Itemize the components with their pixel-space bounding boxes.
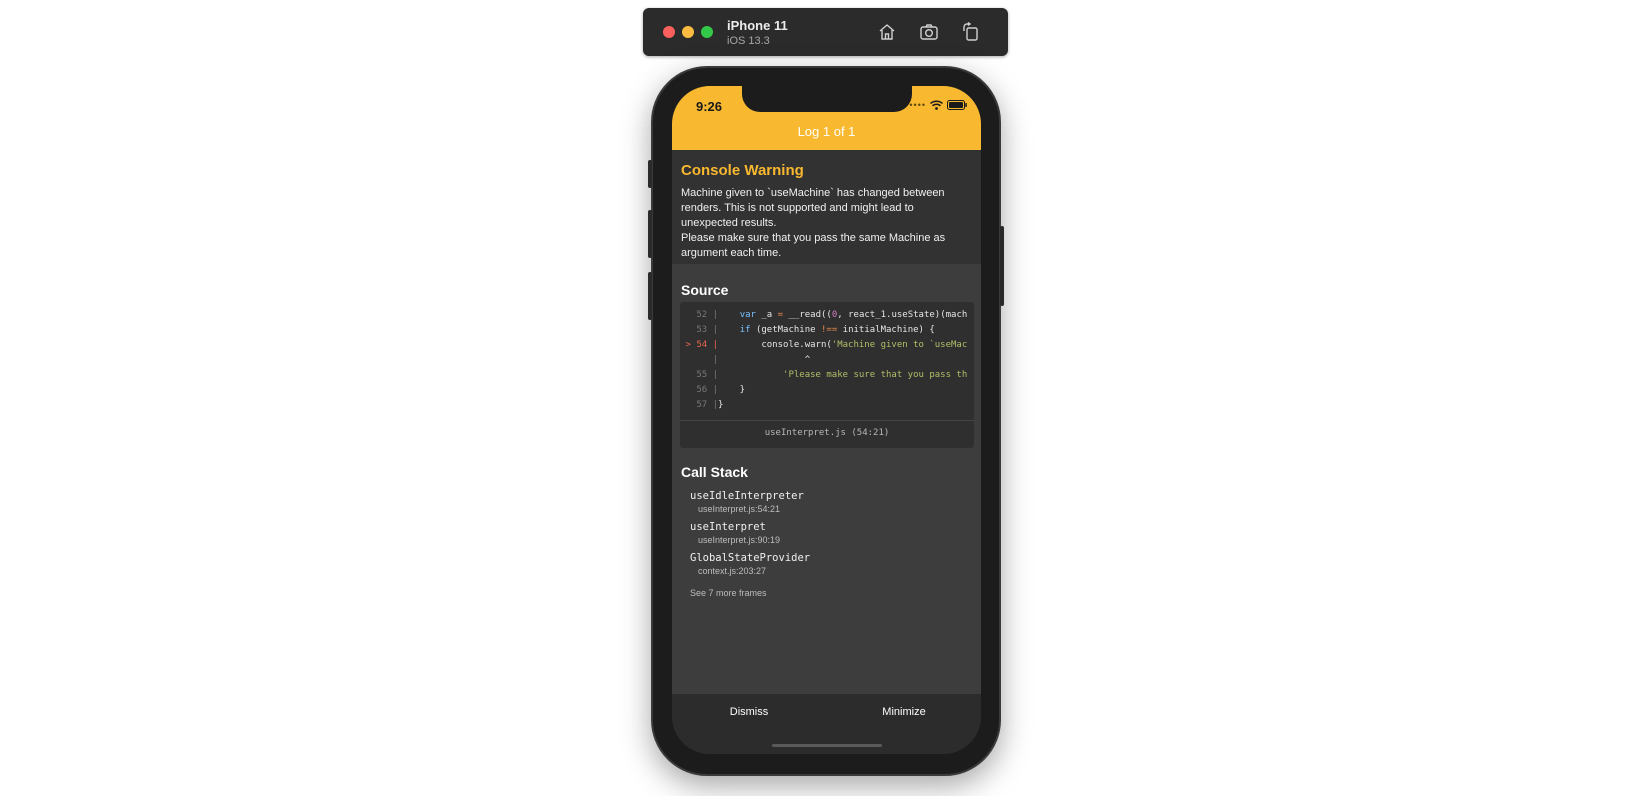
stack-frame[interactable]: GlobalStateProvider context.js:203:27	[690, 552, 810, 576]
stack-frame[interactable]: useInterpret useInterpret.js:90:19	[690, 521, 780, 545]
line-number: 53 |	[696, 325, 718, 335]
code-line: | ^	[680, 353, 974, 368]
device-os-version: iOS 13.3	[727, 35, 770, 47]
stack-frame-location: useInterpret.js:54:21	[698, 504, 781, 514]
close-window-button[interactable]	[663, 26, 675, 38]
volume-up-button	[648, 210, 652, 258]
code-lines: 52 | var _a = __read((0, react_1.useStat…	[680, 308, 974, 413]
code-text: console.warn('Machine given to `useMac	[718, 340, 968, 350]
code-text: if (getMachine !== initialMachine) {	[739, 325, 935, 335]
rotate-icon	[963, 22, 978, 41]
source-file-reference[interactable]: useInterpret.js (54:21)	[680, 428, 974, 438]
stack-frame[interactable]: useIdleInterpreter useInterpret.js:54:21	[690, 490, 804, 514]
stack-frame-location: useInterpret.js:90:19	[698, 535, 781, 545]
log-footer: Dismiss Minimize	[672, 694, 981, 754]
warning-title: Console Warning	[681, 162, 804, 179]
stack-frame-name: GlobalStateProvider	[690, 552, 811, 564]
mute-switch	[648, 160, 652, 188]
line-number: 57 |	[696, 400, 718, 410]
status-icons: ••••	[909, 100, 967, 110]
line-number: > 54 |	[685, 340, 718, 350]
code-text: var _a = __read((0, react_1.useState)(ma…	[739, 310, 968, 320]
notch	[742, 86, 912, 112]
code-text: ^	[718, 355, 811, 365]
line-number: |	[712, 355, 718, 365]
home-button[interactable]	[875, 21, 899, 43]
minimize-window-button[interactable]	[682, 26, 694, 38]
dismiss-button[interactable]: Dismiss	[672, 706, 826, 718]
code-text: }	[718, 385, 746, 395]
code-text: 'Please make sure that you pass th	[783, 370, 968, 380]
volume-down-button	[648, 272, 652, 320]
code-text: }	[718, 400, 724, 410]
code-line: 57 |}	[680, 398, 974, 413]
phone-screen: 9:26 •••• Log 1 of 1 Console Warning Mac	[672, 86, 981, 754]
log-counter-title: Log 1 of 1	[797, 124, 856, 139]
warning-panel: Console Warning Machine given to `useMac…	[672, 150, 981, 264]
device-name: iPhone 11	[727, 18, 788, 33]
stack-frame-name: useIdleInterpreter	[690, 490, 804, 502]
simulator-titlebar: iPhone 11 iOS 13.3	[643, 8, 1008, 56]
power-button	[1000, 226, 1004, 306]
code-line: 55 | 'Please make sure that you pass th	[680, 368, 974, 383]
line-number: 55 |	[696, 370, 718, 380]
warning-message: Machine given to `useMachine` has change…	[681, 187, 946, 259]
source-title: Source	[681, 282, 729, 298]
call-stack-title: Call Stack	[681, 464, 748, 480]
home-indicator	[772, 744, 882, 747]
log-header: 9:26 •••• Log 1 of 1	[672, 86, 981, 150]
minimize-button[interactable]: Minimize	[827, 706, 981, 718]
code-divider	[680, 420, 974, 421]
status-time: 9:26	[696, 99, 723, 114]
source-code-frame[interactable]: 52 | var _a = __read((0, react_1.useStat…	[680, 302, 974, 448]
line-number: 52 |	[696, 310, 718, 320]
code-line: 56 | }	[680, 383, 974, 398]
home-icon	[879, 24, 895, 40]
screenshot-button[interactable]	[917, 21, 941, 43]
battery-icon	[947, 100, 967, 110]
stack-frame-name: useInterpret	[690, 521, 766, 533]
screenshot-icon	[920, 24, 938, 40]
simulator-window: iPhone 11 iOS 13.3 9:26 •••• Log 1 of 1 …	[623, 0, 1027, 796]
zoom-window-button[interactable]	[701, 26, 713, 38]
code-line: > 54 | console.warn('Machine given to `u…	[680, 338, 974, 353]
wifi-icon	[930, 100, 943, 110]
code-line: 53 | if (getMachine !== initialMachine) …	[680, 323, 974, 338]
signal-dots: ••••	[909, 100, 926, 110]
rotate-button[interactable]	[959, 21, 983, 43]
stack-frame-location: context.js:203:27	[698, 566, 767, 576]
code-line: 52 | var _a = __read((0, react_1.useStat…	[680, 308, 974, 323]
line-number: 56 |	[696, 385, 718, 395]
see-more-frames-link[interactable]: See 7 more frames	[690, 588, 767, 598]
